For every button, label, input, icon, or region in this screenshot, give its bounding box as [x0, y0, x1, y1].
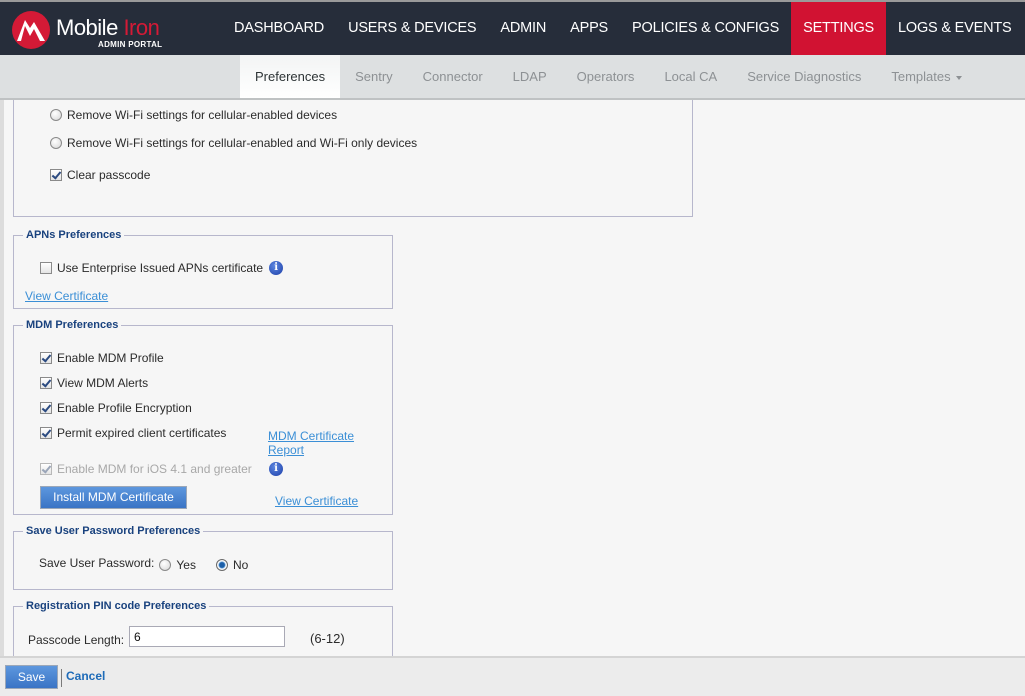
save-button[interactable]: Save: [5, 665, 58, 689]
remove-wifi-all-label: Remove Wi-Fi settings for cellular-enabl…: [67, 136, 418, 150]
nav-dashboard[interactable]: DASHBOARD: [222, 2, 336, 55]
remove-wifi-cellular-radio[interactable]: [50, 109, 62, 121]
clear-passcode-option[interactable]: Clear passcode: [50, 168, 150, 182]
permit-expired-certs-option[interactable]: Permit expired client certificates: [40, 426, 226, 440]
mdm-legend: MDM Preferences: [26, 319, 119, 331]
footer-divider: [61, 669, 62, 687]
brand-name: Mobile Iron: [56, 15, 160, 41]
nav-policies-configs[interactable]: POLICIES & CONFIGS: [620, 2, 791, 55]
tab-sentry[interactable]: Sentry: [340, 55, 408, 98]
clear-passcode-label: Clear passcode: [67, 168, 151, 182]
cancel-link[interactable]: Cancel: [66, 669, 105, 683]
remove-wifi-all-option[interactable]: Remove Wi-Fi settings for cellular-enabl…: [50, 136, 417, 150]
enable-mdm-ios41-label: Enable MDM for iOS 4.1 and greater: [57, 462, 252, 476]
passcode-length-range-hint: (6-12): [310, 631, 345, 646]
mdm-view-certificate-link[interactable]: View Certificate: [275, 494, 358, 508]
enable-profile-encryption-option[interactable]: Enable Profile Encryption: [40, 401, 192, 415]
form-footer: Save Cancel: [0, 656, 1025, 696]
save-password-no-label: No: [232, 558, 249, 572]
enable-mdm-profile-label: Enable MDM Profile: [57, 351, 164, 365]
enable-mdm-profile-option[interactable]: Enable MDM Profile: [40, 351, 164, 365]
remove-wifi-cellular-option[interactable]: Remove Wi-Fi settings for cellular-enabl…: [50, 108, 337, 122]
enable-mdm-ios41-checkbox: [40, 463, 52, 475]
tab-connector[interactable]: Connector: [408, 55, 498, 98]
brand-name-part2: Iron: [123, 15, 160, 40]
view-mdm-alerts-label: View MDM Alerts: [57, 376, 149, 390]
nav-settings[interactable]: SETTINGS: [791, 2, 887, 55]
preferences-content[interactable]: Keep Wi-Fi settings Remove Wi-Fi setting…: [0, 100, 1025, 656]
nav-users-devices[interactable]: USERS & DEVICES: [336, 2, 488, 55]
tab-service-diagnostics[interactable]: Service Diagnostics: [732, 55, 876, 98]
remove-wifi-cellular-label: Remove Wi-Fi settings for cellular-enabl…: [67, 108, 338, 122]
registration-pin-legend: Registration PIN code Preferences: [26, 600, 207, 612]
tab-ldap[interactable]: LDAP: [498, 55, 562, 98]
use-enterprise-apns-checkbox[interactable]: [40, 262, 52, 274]
info-icon[interactable]: i: [269, 261, 284, 275]
caret-down-icon: [955, 75, 962, 80]
nav-apps[interactable]: APPS: [558, 2, 620, 55]
enable-mdm-profile-checkbox[interactable]: [40, 352, 52, 364]
save-password-row: Save User Password: Yes No: [39, 554, 248, 572]
enable-profile-encryption-checkbox[interactable]: [40, 402, 52, 414]
settings-subnav: Preferences Sentry Connector LDAP Operat…: [0, 55, 1025, 100]
apns-legend: APNs Preferences: [26, 229, 122, 241]
permit-expired-certs-label: Permit expired client certificates: [57, 426, 227, 440]
registration-pin-section: Registration PIN code Preferences Passco…: [13, 600, 393, 656]
mdm-certificate-report-link[interactable]: MDM Certificate Report: [268, 429, 354, 457]
apns-preferences-section: APNs Preferences Use Enterprise Issued A…: [13, 229, 393, 309]
view-mdm-alerts-option[interactable]: View MDM Alerts: [40, 376, 148, 390]
save-password-label: Save User Password:: [39, 556, 155, 570]
brand-name-part1: Mobile: [56, 15, 118, 40]
save-password-no-radio[interactable]: [215, 559, 228, 571]
mdm-preferences-section: MDM Preferences Enable MDM Profile View …: [13, 319, 393, 515]
info-icon[interactable]: i: [269, 462, 283, 476]
nav-logs-events[interactable]: LOGS & EVENTS: [886, 2, 1023, 55]
permit-expired-certs-checkbox[interactable]: [40, 427, 52, 439]
save-password-yes-radio[interactable]: [159, 559, 172, 571]
nav-admin[interactable]: ADMIN: [488, 2, 558, 55]
mobileiron-logo[interactable]: Mobile Iron ADMIN PORTAL: [10, 10, 180, 52]
mdm-certificate-report-line2: Report: [268, 443, 305, 457]
tab-preferences[interactable]: Preferences: [240, 55, 341, 98]
enable-profile-encryption-label: Enable Profile Encryption: [57, 401, 192, 415]
apns-view-certificate-link[interactable]: View Certificate: [25, 289, 108, 303]
top-navigation-bar: Mobile Iron ADMIN PORTAL DASHBOARD USERS…: [0, 0, 1025, 55]
logo-mountain-icon: [12, 11, 50, 49]
main-nav: DASHBOARD USERS & DEVICES ADMIN APPS POL…: [222, 2, 1023, 55]
clear-passcode-checkbox[interactable]: [50, 169, 62, 181]
use-enterprise-apns-option[interactable]: Use Enterprise Issued APNs certificate i: [40, 261, 284, 275]
passcode-length-label: Passcode Length:: [28, 633, 125, 647]
tab-templates-label: Templates: [891, 69, 951, 84]
save-password-yes-label: Yes: [176, 558, 196, 572]
use-enterprise-apns-label: Use Enterprise Issued APNs certificate: [57, 261, 264, 275]
remove-wifi-all-radio[interactable]: [50, 137, 62, 149]
save-password-legend: Save User Password Preferences: [26, 525, 201, 537]
tab-operators[interactable]: Operators: [562, 55, 650, 98]
view-mdm-alerts-checkbox[interactable]: [40, 377, 52, 389]
install-mdm-certificate-button[interactable]: Install MDM Certificate: [40, 486, 187, 509]
tab-local-ca[interactable]: Local CA: [649, 55, 732, 98]
brand-subtitle: ADMIN PORTAL: [98, 40, 163, 49]
wipe-options-section: Keep Wi-Fi settings Remove Wi-Fi setting…: [13, 100, 693, 217]
enable-mdm-ios41-option: Enable MDM for iOS 4.1 and greater: [40, 462, 252, 476]
save-password-section: Save User Password Preferences Save User…: [13, 525, 393, 590]
mdm-certificate-report-line1: MDM Certificate: [268, 429, 355, 443]
tab-templates[interactable]: Templates: [876, 55, 976, 98]
passcode-length-input[interactable]: [129, 626, 285, 647]
